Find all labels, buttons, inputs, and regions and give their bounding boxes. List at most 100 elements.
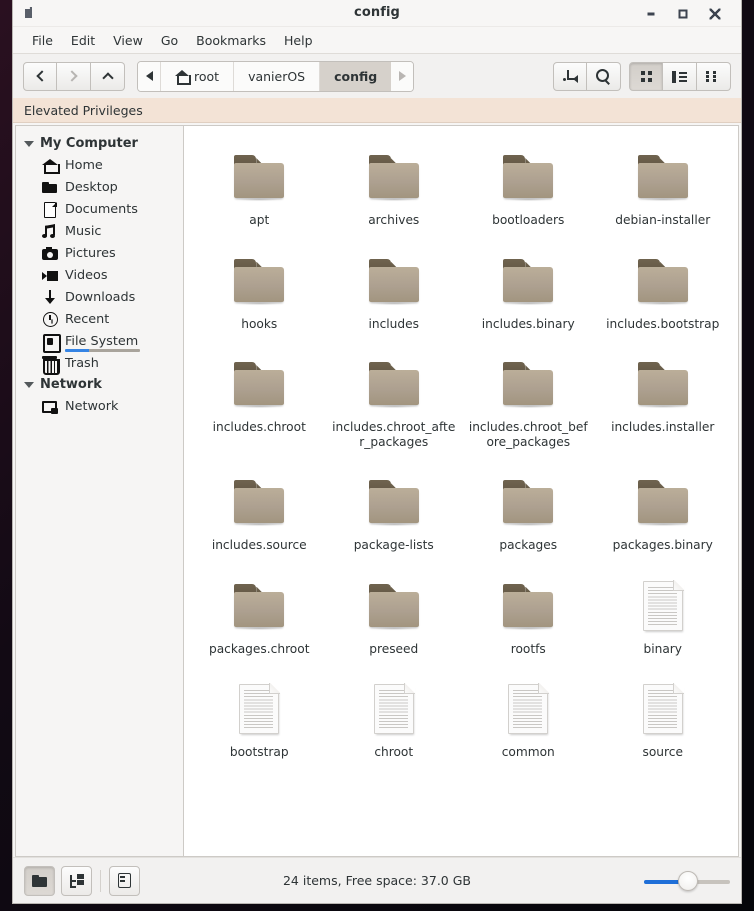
sidebar-group-my-computer[interactable]: My Computer	[16, 133, 183, 154]
folder-item[interactable]: rootfs	[461, 571, 596, 661]
folder-item[interactable]: includes.chroot_before_packages	[461, 349, 596, 453]
compact-view-button[interactable]	[697, 61, 731, 91]
chevron-down-icon	[24, 140, 34, 147]
file-name-label: packages.chroot	[208, 641, 310, 656]
status-bar-buttons	[24, 865, 140, 896]
slider-handle[interactable]	[678, 870, 699, 891]
maximize-button[interactable]	[669, 0, 697, 27]
breadcrumb-item-root[interactable]: root	[160, 61, 234, 91]
folder-item[interactable]: includes.chroot_after_packages	[327, 349, 462, 453]
sidebar-item-videos[interactable]: Videos	[16, 264, 183, 286]
folder-icon	[497, 470, 559, 532]
icon-view-button[interactable]	[629, 61, 663, 91]
menu-file[interactable]: File	[23, 30, 62, 51]
breadcrumb-item-config[interactable]: config	[319, 61, 392, 91]
elevated-privileges-infobar: Elevated Privileges	[13, 98, 741, 123]
sidebar-item-documents[interactable]: Documents	[16, 198, 183, 220]
document-icon	[363, 677, 425, 739]
folder-icon	[228, 352, 290, 414]
home-icon	[175, 69, 191, 85]
sidebar-item-recent[interactable]: Recent	[16, 308, 183, 330]
file-manager-window: config File Edit View Go Bookmarks Help	[13, 0, 741, 903]
folder-item[interactable]: packages.chroot	[192, 571, 327, 661]
folder-item[interactable]: includes.chroot	[192, 349, 327, 453]
tree-pane-button[interactable]	[61, 865, 92, 896]
sidebar-item-label: Music	[65, 223, 102, 239]
sidebar-group-network[interactable]: Network	[16, 374, 183, 395]
breadcrumb-scroll-right-button[interactable]	[391, 61, 414, 91]
network-icon	[42, 399, 58, 414]
chevron-right-icon	[66, 70, 78, 82]
sidebar-item-label: Downloads	[65, 289, 136, 305]
folder-item[interactable]: includes.binary	[461, 246, 596, 336]
document-icon	[228, 677, 290, 739]
file-item[interactable]: common	[461, 674, 596, 764]
path-entry-icon	[562, 69, 578, 83]
sidebar-item-trash[interactable]: Trash	[16, 352, 183, 375]
list-icon	[672, 70, 687, 83]
menu-help[interactable]: Help	[275, 30, 322, 51]
sidebar-item-music[interactable]: Music	[16, 220, 183, 242]
folder-item[interactable]: includes.installer	[596, 349, 731, 453]
file-item[interactable]: binary	[596, 571, 731, 661]
folder-item[interactable]: includes.source	[192, 467, 327, 557]
folder-item[interactable]: preseed	[327, 571, 462, 661]
folder-item[interactable]: includes.bootstrap	[596, 246, 731, 336]
menu-view[interactable]: View	[104, 30, 152, 51]
zoom-slider[interactable]	[644, 870, 730, 892]
sidebar-item-pictures[interactable]: Pictures	[16, 242, 183, 264]
up-button[interactable]	[91, 61, 125, 91]
folder-item[interactable]: packages	[461, 467, 596, 557]
document-icon	[497, 677, 559, 739]
sidebar-group-label: Network	[40, 377, 102, 392]
folder-item[interactable]: bootloaders	[461, 142, 596, 232]
tree-icon	[69, 873, 84, 888]
sidebar-item-label: Network	[65, 398, 119, 414]
path-entry-toggle-button[interactable]	[553, 61, 587, 91]
minimize-icon	[647, 12, 655, 15]
menu-go[interactable]: Go	[152, 30, 187, 51]
breadcrumb-item-vanieros[interactable]: vanierOS	[233, 61, 320, 91]
folder-icon	[32, 874, 47, 887]
file-name-label: hooks	[241, 316, 278, 331]
folder-item[interactable]: apt	[192, 142, 327, 232]
file-name-label: includes.installer	[611, 420, 715, 434]
search-button[interactable]	[587, 61, 621, 91]
side-pane-button[interactable]	[109, 865, 140, 896]
file-item[interactable]: source	[596, 674, 731, 764]
forward-button[interactable]	[57, 61, 91, 91]
sidebar-item-downloads[interactable]: Downloads	[16, 286, 183, 308]
folder-item[interactable]: archives	[327, 142, 462, 232]
file-name-label: bootloaders	[492, 213, 565, 227]
breadcrumb-scroll-left-button[interactable]	[138, 61, 160, 91]
back-button[interactable]	[23, 61, 57, 91]
menu-bookmarks[interactable]: Bookmarks	[187, 30, 275, 51]
folder-item[interactable]: packages.binary	[596, 467, 731, 557]
folder-icon	[228, 470, 290, 532]
list-view-button[interactable]	[663, 61, 697, 91]
document-icon	[632, 574, 694, 636]
title-bar: config	[13, 0, 741, 27]
folder-item[interactable]: includes	[327, 246, 462, 336]
minimize-button[interactable]	[637, 0, 665, 27]
file-item[interactable]: chroot	[327, 674, 462, 764]
view-mode-button-group	[629, 61, 731, 91]
file-name-label: bootstrap	[229, 745, 289, 759]
file-pane[interactable]: apt archives bootloaders debian-installer ho…	[183, 125, 739, 857]
folder-item[interactable]: debian-installer	[596, 142, 731, 232]
folder-item[interactable]: hooks	[192, 246, 327, 336]
close-button[interactable]	[701, 0, 729, 27]
sidebar-item-network[interactable]: Network	[16, 395, 183, 417]
folder-icon	[228, 145, 290, 207]
icon-pane-button[interactable]	[24, 865, 55, 896]
menu-edit[interactable]: Edit	[62, 30, 104, 51]
file-item[interactable]: bootstrap	[192, 674, 327, 764]
sidebar-item-desktop[interactable]: Desktop	[16, 176, 183, 198]
breadcrumb-label: vanierOS	[248, 68, 306, 84]
sidebar-item-file-system[interactable]: File System	[16, 330, 183, 353]
folder-icon	[632, 352, 694, 414]
folder-icon	[632, 470, 694, 532]
sidebar-item-home[interactable]: Home	[16, 154, 183, 176]
folder-item[interactable]: package-lists	[327, 467, 462, 557]
file-name-label: preseed	[369, 641, 419, 656]
